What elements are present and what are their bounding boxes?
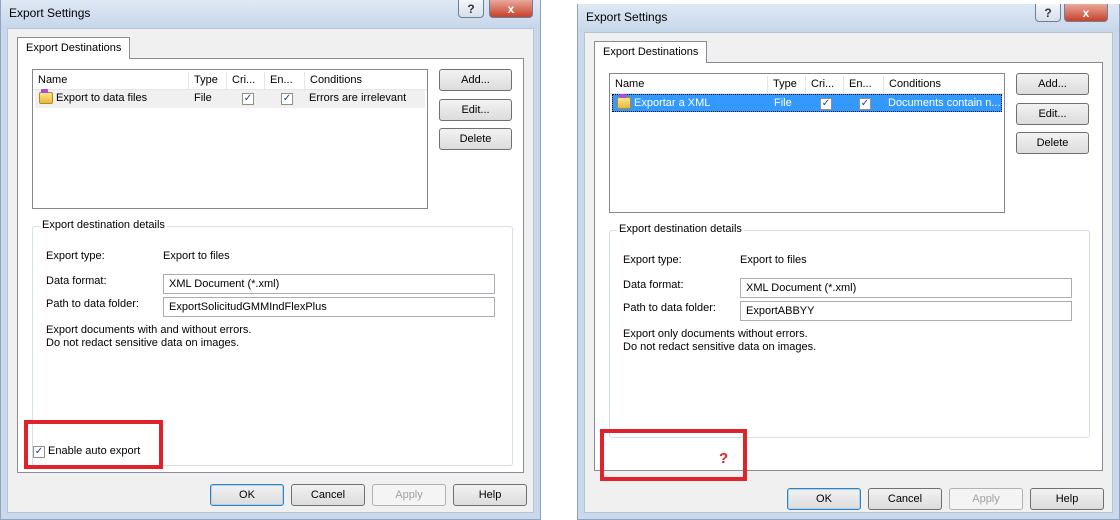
column-name[interactable]: Name bbox=[33, 72, 189, 90]
cancel-button[interactable]: Cancel bbox=[291, 484, 365, 506]
apply-button[interactable]: Apply bbox=[949, 488, 1023, 510]
item-conditions: Documents contain n... bbox=[888, 97, 1001, 109]
ok-button[interactable]: OK bbox=[210, 484, 284, 506]
path-field: ExportSolicitudGMMIndFlexPlus bbox=[163, 297, 495, 317]
column-critical[interactable]: Cri... bbox=[806, 76, 844, 94]
description-line-1: Export only documents without errors. bbox=[623, 328, 808, 340]
export-type-label: Export type: bbox=[46, 250, 105, 262]
item-type: File bbox=[194, 92, 212, 104]
column-conditions[interactable]: Conditions bbox=[305, 72, 425, 90]
enabled-checkbox[interactable]: ✓ bbox=[281, 93, 293, 105]
column-type[interactable]: Type bbox=[768, 76, 806, 94]
column-critical[interactable]: Cri... bbox=[227, 72, 265, 90]
question-mark: ? bbox=[719, 450, 729, 467]
list-header: Name Type Cri... En... Conditions bbox=[610, 76, 1004, 94]
dialog-title: Export Settings bbox=[586, 10, 668, 24]
help-button[interactable]: Help bbox=[1030, 488, 1104, 510]
export-type-label: Export type: bbox=[623, 254, 682, 266]
help-button[interactable]: Help bbox=[453, 484, 527, 506]
cancel-button[interactable]: Cancel bbox=[868, 488, 942, 510]
tab-export-destinations[interactable]: Export Destinations bbox=[594, 41, 708, 63]
tab-panel: Name Type Cri... En... Conditions Export… bbox=[17, 58, 524, 473]
close-icon[interactable]: x bbox=[1064, 4, 1108, 22]
help-icon[interactable]: ? bbox=[458, 0, 484, 18]
data-format-label: Data format: bbox=[46, 275, 107, 287]
column-enabled[interactable]: En... bbox=[265, 72, 305, 90]
dialog-title: Export Settings bbox=[9, 6, 91, 20]
description-line-1: Export documents with and without errors… bbox=[46, 324, 252, 336]
title-bar: Export Settings ? x bbox=[1, 0, 540, 28]
description-line-2: Do not redact sensitive data on images. bbox=[46, 337, 240, 349]
export-type-value: Export to files bbox=[740, 254, 807, 266]
details-title: Export destination details bbox=[40, 219, 167, 231]
ok-button[interactable]: OK bbox=[787, 488, 861, 510]
delete-button[interactable]: Delete bbox=[439, 128, 512, 150]
details-groupbox: Export destination details Export type: … bbox=[609, 223, 1090, 438]
column-name[interactable]: Name bbox=[610, 76, 768, 94]
data-format-field: XML Document (*.xml) bbox=[740, 278, 1072, 298]
column-conditions[interactable]: Conditions bbox=[884, 76, 1004, 94]
item-conditions: Errors are irrelevant bbox=[309, 92, 407, 104]
description-line-2: Do not redact sensitive data on images. bbox=[623, 341, 817, 353]
list-item-selected[interactable]: Exportar a XML File ✓ ✓ Documents contai… bbox=[612, 94, 1002, 112]
item-name: Export to data files bbox=[56, 92, 148, 104]
item-type: File bbox=[774, 97, 792, 109]
edit-button[interactable]: Edit... bbox=[1016, 103, 1089, 125]
tab-export-destinations[interactable]: Export Destinations bbox=[17, 37, 131, 59]
column-enabled[interactable]: En... bbox=[844, 76, 884, 94]
folder-icon bbox=[617, 94, 631, 109]
item-name: Exportar a XML bbox=[634, 97, 711, 109]
add-button[interactable]: Add... bbox=[1016, 73, 1089, 95]
critical-checkbox[interactable]: ✓ bbox=[242, 93, 254, 105]
list-item[interactable]: Export to data files File ✓ ✓ Errors are… bbox=[35, 89, 425, 108]
export-type-value: Export to files bbox=[163, 250, 230, 262]
path-field: ExportABBYY bbox=[740, 301, 1072, 321]
data-format-field: XML Document (*.xml) bbox=[163, 274, 495, 294]
help-icon[interactable]: ? bbox=[1035, 4, 1061, 22]
tab-panel: Name Type Cri... En... Conditions Export… bbox=[594, 62, 1103, 471]
add-button[interactable]: Add... bbox=[439, 69, 512, 91]
apply-button[interactable]: Apply bbox=[372, 484, 446, 506]
highlight-box-left bbox=[24, 420, 163, 469]
critical-checkbox[interactable]: ✓ bbox=[820, 98, 832, 110]
path-label: Path to data folder: bbox=[46, 298, 139, 310]
title-bar: Export Settings ? x bbox=[578, 4, 1119, 32]
close-icon[interactable]: x bbox=[489, 0, 533, 18]
destinations-list[interactable]: Name Type Cri... En... Conditions Export… bbox=[32, 69, 428, 209]
data-format-label: Data format: bbox=[623, 279, 684, 291]
edit-button[interactable]: Edit... bbox=[439, 99, 512, 121]
details-title: Export destination details bbox=[617, 223, 744, 235]
destinations-list[interactable]: Name Type Cri... En... Conditions Export… bbox=[609, 73, 1005, 213]
list-header: Name Type Cri... En... Conditions bbox=[33, 72, 427, 90]
path-label: Path to data folder: bbox=[623, 302, 716, 314]
enabled-checkbox[interactable]: ✓ bbox=[859, 98, 871, 110]
delete-button[interactable]: Delete bbox=[1016, 132, 1089, 154]
column-type[interactable]: Type bbox=[189, 72, 227, 90]
folder-icon bbox=[39, 89, 53, 104]
